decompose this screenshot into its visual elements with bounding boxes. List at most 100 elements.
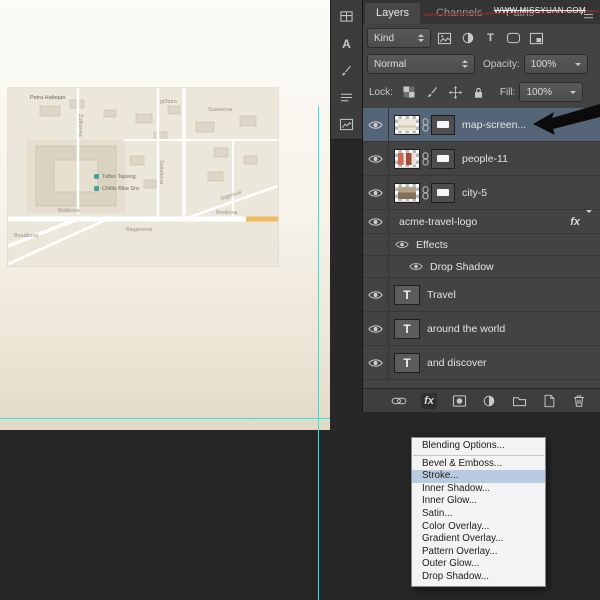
histogram-panel-icon[interactable] xyxy=(336,115,358,134)
mask-thumbnail[interactable] xyxy=(431,148,455,169)
menu-item-pattern-overlay[interactable]: Pattern Overlay... xyxy=(412,546,545,559)
shape-filter-icon[interactable] xyxy=(504,29,523,48)
eye-icon xyxy=(368,154,383,163)
visibility-toggle[interactable] xyxy=(363,278,389,311)
mask-shape xyxy=(437,121,449,128)
type-thumb-glyph: T xyxy=(403,355,411,370)
blend-mode-dropdown[interactable]: Normal xyxy=(367,54,475,74)
layer-row-and-discover[interactable]: T and discover xyxy=(363,346,600,380)
drop-shadow-effect-row[interactable]: Drop Shadow xyxy=(363,256,600,278)
swatches-panel-icon[interactable] xyxy=(336,7,358,26)
map-poi-icon xyxy=(94,186,99,191)
tab-layers[interactable]: Layers xyxy=(365,3,421,24)
pixel-filter-icon[interactable] xyxy=(435,29,454,48)
document-canvas[interactable]: Petra Hafeqan gOturo Susekova Žofkovna S… xyxy=(0,0,330,430)
layer-thumbnail[interactable] xyxy=(394,148,420,169)
collapsed-panel-dock: A xyxy=(330,0,362,140)
type-filter-icon[interactable]: T xyxy=(481,29,500,48)
visibility-toggle[interactable] xyxy=(363,142,389,175)
add-layer-style-button[interactable]: fx xyxy=(421,392,437,409)
horizontal-guide[interactable] xyxy=(0,418,332,419)
brush-panel-icon[interactable] xyxy=(336,61,358,80)
menu-item-bevel-emboss[interactable]: Bevel & Emboss... xyxy=(412,458,545,471)
paragraph-panel-icon[interactable] xyxy=(336,88,358,107)
new-group-button[interactable] xyxy=(511,393,527,409)
effects-header-row[interactable]: Effects xyxy=(363,234,600,256)
layer-row-city[interactable]: city-5 xyxy=(363,176,600,210)
lock-position-icon[interactable] xyxy=(447,84,464,101)
map-artwork: Petra Hafeqan gOturo Susekova Žofkovna S… xyxy=(7,87,279,267)
new-adjustment-layer-button[interactable] xyxy=(481,393,497,409)
menu-item-outer-glow[interactable]: Outer Glow... xyxy=(412,558,545,571)
type-layer-thumbnail[interactable]: T xyxy=(394,352,420,373)
layer-row-around-the-world[interactable]: T around the world xyxy=(363,312,600,346)
menu-item-drop-shadow[interactable]: Drop Shadow... xyxy=(412,571,545,584)
thumbnail-image xyxy=(398,186,416,199)
opacity-value: 100% xyxy=(530,58,557,70)
visibility-toggle[interactable] xyxy=(363,312,389,345)
lock-pixels-icon[interactable] xyxy=(424,84,441,101)
layer-row-people[interactable]: people-11 xyxy=(363,142,600,176)
opacity-dropdown[interactable]: 100% xyxy=(523,54,588,74)
vertical-guide[interactable] xyxy=(318,106,319,600)
eye-icon xyxy=(368,324,383,333)
character-panel-icon[interactable]: A xyxy=(336,34,358,53)
map-label: Petra Hafeqan xyxy=(30,95,66,101)
lock-all-icon[interactable] xyxy=(470,84,487,101)
layer-name: Travel xyxy=(427,288,456,301)
map-label: Tafiss Taperig xyxy=(102,174,136,180)
lock-transparency-icon[interactable] xyxy=(401,84,418,101)
menu-item-satin[interactable]: Satin... xyxy=(412,508,545,521)
collapse-effects-chevron[interactable] xyxy=(586,209,592,231)
add-layer-mask-button[interactable] xyxy=(451,393,467,409)
mask-shape xyxy=(437,155,449,162)
adjustment-filter-icon[interactable] xyxy=(458,29,477,48)
layer-list: map-screen... people-11 city-5 acme-trav… xyxy=(363,108,600,388)
map-label: Roskova xyxy=(216,210,238,216)
lock-label: Lock: xyxy=(369,86,393,98)
type-layer-thumbnail[interactable]: T xyxy=(394,318,420,339)
layer-name: acme-travel-logo xyxy=(399,215,478,228)
eye-icon xyxy=(368,188,383,197)
visibility-toggle[interactable] xyxy=(363,210,389,233)
mask-thumbnail[interactable] xyxy=(431,114,455,135)
eye-column xyxy=(363,234,389,255)
menu-item-color-overlay[interactable]: Color Overlay... xyxy=(412,521,545,534)
smart-object-filter-icon[interactable] xyxy=(527,29,546,48)
map-label: Roškova xyxy=(58,208,80,214)
mask-link-icon[interactable] xyxy=(422,117,429,132)
eye-icon xyxy=(395,241,409,248)
menu-item-stroke[interactable]: Stroke... xyxy=(412,470,545,483)
fill-value: 100% xyxy=(526,86,553,98)
effect-visibility-toggle[interactable] xyxy=(409,262,423,271)
visibility-toggle[interactable] xyxy=(363,346,389,379)
layers-panel-toolbar: fx xyxy=(363,388,600,412)
visibility-toggle[interactable] xyxy=(363,176,389,209)
menu-separator xyxy=(413,454,544,456)
layer-thumbnail[interactable] xyxy=(394,182,420,203)
menu-item-blending-options[interactable]: Blending Options... xyxy=(412,440,545,453)
delete-layer-button[interactable] xyxy=(571,393,587,409)
updown-arrows-icon xyxy=(418,34,424,42)
effects-visibility-toggle[interactable] xyxy=(395,240,409,249)
mask-link-icon[interactable] xyxy=(422,151,429,166)
layer-row-travel[interactable]: T Travel xyxy=(363,278,600,312)
layer-fx-badge[interactable]: fx xyxy=(570,216,580,228)
layer-thumbnail[interactable] xyxy=(394,114,420,135)
menu-item-gradient-overlay[interactable]: Gradient Overlay... xyxy=(412,533,545,546)
link-layers-button[interactable] xyxy=(391,393,407,409)
menu-item-inner-shadow[interactable]: Inner Shadow... xyxy=(412,483,545,496)
panel-dock-column: A xyxy=(330,0,362,600)
type-filter-glyph: T xyxy=(487,32,494,44)
type-layer-thumbnail[interactable]: T xyxy=(394,284,420,305)
mask-link-icon[interactable] xyxy=(422,185,429,200)
mask-thumbnail[interactable] xyxy=(431,182,455,203)
layer-name: and discover xyxy=(427,356,487,369)
new-layer-button[interactable] xyxy=(541,393,557,409)
visibility-toggle[interactable] xyxy=(363,108,389,141)
layer-row-acme-travel-logo[interactable]: acme-travel-logo fx xyxy=(363,209,600,234)
kind-filter-dropdown[interactable]: Kind xyxy=(367,28,431,48)
menu-item-inner-glow[interactable]: Inner Glow... xyxy=(412,495,545,508)
map-label: Chillis Bike Sro xyxy=(102,186,139,192)
eye-icon xyxy=(368,358,383,367)
